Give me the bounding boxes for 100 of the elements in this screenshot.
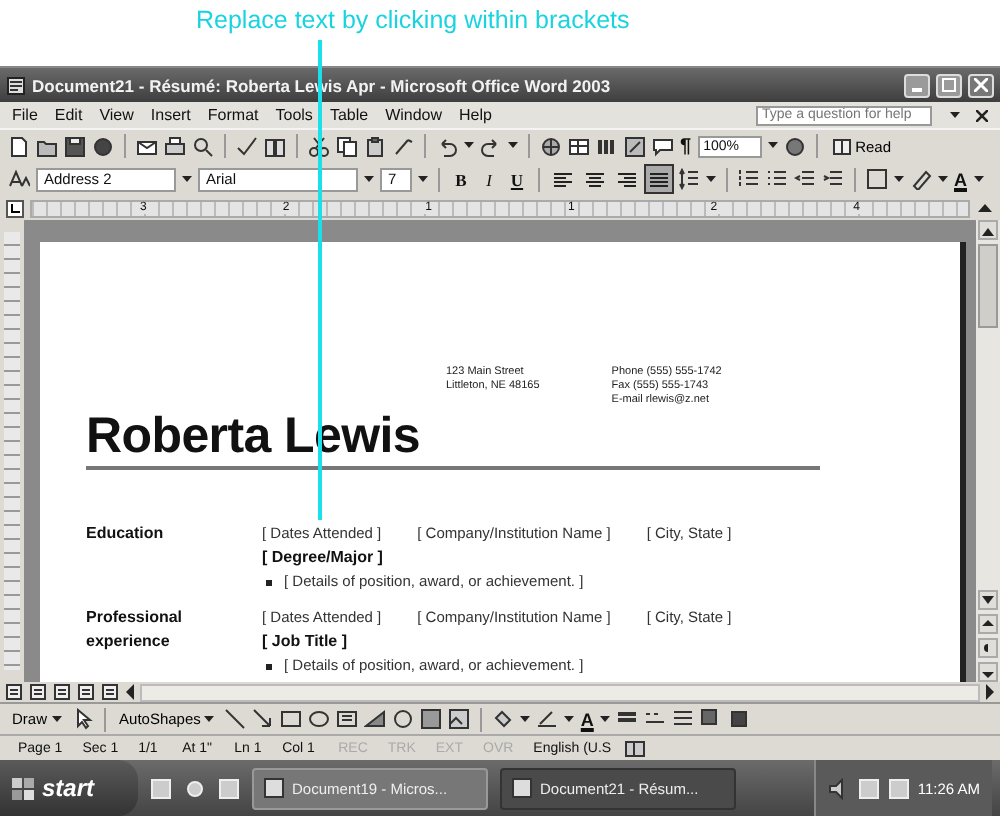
chat-icon[interactable]: [652, 135, 674, 157]
caret-icon[interactable]: [508, 142, 518, 150]
caret-icon[interactable]: [973, 175, 983, 183]
select-browse-object-icon[interactable]: [982, 643, 994, 653]
highlighter-icon[interactable]: [910, 168, 932, 190]
border-icon[interactable]: [866, 168, 888, 190]
select-browse-object-button[interactable]: [978, 638, 998, 658]
scroll-down-icon[interactable]: [982, 595, 994, 605]
redo-icon[interactable]: [480, 135, 502, 157]
wordart-icon[interactable]: [364, 708, 387, 730]
title-field[interactable]: [ Job Title ]: [262, 632, 348, 650]
caret-icon[interactable]: [51, 715, 62, 723]
format-button[interactable]: B: [450, 169, 472, 189]
brush-icon[interactable]: [392, 135, 414, 157]
line-spacing-icon[interactable]: [678, 168, 700, 190]
arrow-style-icon[interactable]: [671, 708, 694, 730]
outline-view-icon[interactable]: [76, 681, 96, 703]
caret-icon[interactable]: [464, 142, 474, 150]
menu-item[interactable]: Insert: [150, 106, 191, 124]
text-box-icon[interactable]: [336, 708, 359, 730]
menu-item[interactable]: Table: [329, 106, 369, 124]
increase-indent-icon[interactable]: [822, 168, 844, 190]
scissors-icon[interactable]: [308, 135, 330, 157]
close-icon[interactable]: [976, 109, 988, 121]
pen-icon[interactable]: [536, 708, 559, 730]
envelope-icon[interactable]: [136, 135, 158, 157]
menu-item[interactable]: Window: [385, 106, 443, 124]
clipboard-icon[interactable]: [364, 135, 386, 157]
print-view-icon[interactable]: [52, 681, 72, 703]
oval-icon[interactable]: [308, 708, 331, 730]
rectangle-icon[interactable]: [280, 708, 303, 730]
menu-item[interactable]: Edit: [54, 106, 83, 124]
book-icon[interactable]: [264, 135, 286, 157]
scroll-thumb[interactable]: [978, 244, 998, 328]
network-icon[interactable]: [857, 777, 880, 799]
scroll-right-icon[interactable]: [984, 684, 996, 700]
quick-launch-icon[interactable]: [150, 777, 173, 799]
numbered-list-icon[interactable]: [738, 168, 760, 190]
next-page-icon[interactable]: [982, 667, 994, 677]
drawing-icon[interactable]: [624, 135, 646, 157]
caret-icon[interactable]: [418, 175, 428, 183]
caret-icon[interactable]: [599, 715, 610, 723]
scroll-left-icon[interactable]: [124, 684, 136, 700]
columns-icon[interactable]: [596, 135, 618, 157]
caret-icon[interactable]: [364, 175, 374, 183]
undo-icon[interactable]: [436, 135, 458, 157]
scroll-down-button[interactable]: [978, 590, 998, 610]
maximize-icon[interactable]: [942, 78, 956, 92]
font-color-button[interactable]: A: [580, 709, 594, 729]
pointer-icon[interactable]: [71, 708, 94, 730]
start-button[interactable]: start: [0, 760, 139, 816]
caret-icon[interactable]: [182, 175, 192, 183]
caret-icon[interactable]: [520, 715, 531, 723]
minimize-button[interactable]: [904, 73, 930, 97]
caret-icon[interactable]: [564, 715, 575, 723]
reading-view-icon[interactable]: [100, 681, 120, 703]
caret-icon[interactable]: [949, 111, 959, 119]
tab-selector-icon[interactable]: [6, 199, 24, 217]
menu-item[interactable]: File: [12, 106, 38, 124]
printer-icon[interactable]: [164, 135, 186, 157]
close-button[interactable]: [968, 73, 994, 97]
table-icon[interactable]: [568, 135, 590, 157]
arrow-icon[interactable]: [252, 708, 275, 730]
spelling-book-icon[interactable]: [623, 737, 646, 759]
font-color-button[interactable]: A: [954, 169, 967, 189]
vertical-scrollbar[interactable]: [976, 220, 1000, 682]
window-icon[interactable]: [218, 777, 241, 799]
styles-icon[interactable]: [8, 168, 30, 190]
menu-item[interactable]: Tools: [275, 106, 313, 124]
maximize-button[interactable]: [936, 73, 962, 97]
previous-page-icon[interactable]: [982, 619, 994, 629]
document-icon[interactable]: [264, 778, 285, 798]
checkmark-icon[interactable]: [236, 135, 258, 157]
monitor-icon[interactable]: [887, 777, 910, 799]
globe-icon[interactable]: [540, 135, 562, 157]
caret-icon[interactable]: [767, 142, 778, 150]
bulleted-list-icon[interactable]: [766, 168, 788, 190]
caret-icon[interactable]: [706, 175, 716, 183]
new-page-icon[interactable]: [8, 135, 30, 157]
caret-icon[interactable]: [938, 175, 948, 183]
paint-bucket-icon[interactable]: [492, 708, 515, 730]
horizontal-scrollbar[interactable]: [140, 683, 980, 701]
four-squares-logo-icon[interactable]: [12, 777, 34, 799]
caret-icon[interactable]: [204, 715, 215, 723]
clip-art-icon[interactable]: [420, 708, 443, 730]
title-field[interactable]: [ Degree/Major ]: [262, 548, 383, 566]
format-button[interactable]: U: [506, 169, 528, 189]
document-icon[interactable]: [512, 778, 533, 798]
copy-icon[interactable]: [336, 135, 358, 157]
previous-page-button[interactable]: [978, 614, 998, 634]
menu-item[interactable]: Format: [207, 106, 259, 124]
3d-icon[interactable]: [727, 708, 750, 730]
magnifier-icon[interactable]: [192, 135, 214, 157]
picture-icon[interactable]: [448, 708, 471, 730]
align-button[interactable]: [646, 166, 672, 192]
scroll-up-button[interactable]: [978, 220, 998, 240]
shadow-icon[interactable]: [699, 708, 722, 730]
scroll-up-icon[interactable]: [982, 225, 994, 235]
caret-icon[interactable]: [894, 175, 904, 183]
menu-item[interactable]: Help: [459, 106, 492, 124]
